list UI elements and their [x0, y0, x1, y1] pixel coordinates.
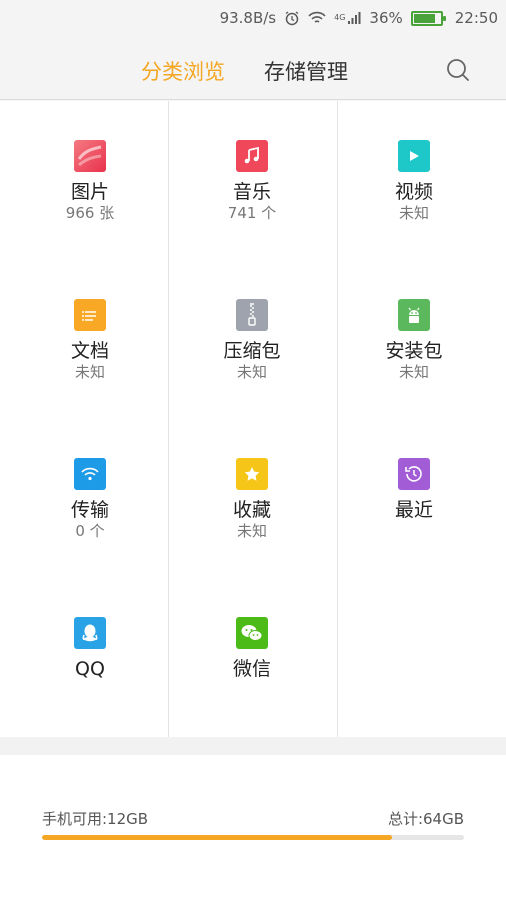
category-music[interactable]: 音乐 741 个: [168, 101, 336, 260]
image-icon: [74, 140, 106, 172]
category-grid: 图片 966 张 音乐 741 个 视频 未知 文档 未知 压缩包 未知 安装包: [0, 101, 506, 737]
tab-category-browse[interactable]: 分类浏览: [141, 56, 225, 86]
category-qq[interactable]: QQ: [6, 578, 174, 737]
battery-icon: [410, 10, 446, 26]
category-count: 966 张: [65, 204, 115, 222]
wechat-icon: [236, 617, 268, 649]
category-wechat[interactable]: 微信: [168, 578, 336, 737]
history-icon: [398, 458, 430, 490]
category-label: 压缩包: [223, 340, 281, 362]
signal-icon: 4G: [334, 11, 361, 25]
category-label: 音乐: [232, 181, 271, 203]
category-label: QQ: [75, 658, 105, 680]
category-apk[interactable]: 安装包 未知: [330, 260, 498, 419]
tab-storage-manage[interactable]: 存储管理: [264, 56, 348, 86]
category-count: 741 个: [227, 204, 277, 222]
network-type: 4G: [334, 13, 346, 22]
category-count: 未知: [236, 363, 267, 381]
category-favorites[interactable]: 收藏 未知: [168, 419, 336, 578]
music-icon: [236, 140, 268, 172]
status-bar: 93.8B/s 4G 36% 22:50: [0, 0, 506, 36]
category-label: 微信: [232, 658, 271, 680]
section-divider: [0, 737, 506, 755]
storage-progress-bar: [42, 835, 393, 840]
category-count: 未知: [398, 363, 429, 381]
category-label: 传输: [70, 499, 109, 521]
header: 分类浏览 存储管理: [0, 36, 506, 100]
category-count: 未知: [74, 363, 105, 381]
category-label: 图片: [70, 181, 109, 203]
category-video[interactable]: 视频 未知: [330, 101, 498, 260]
storage-summary[interactable]: 手机可用:12GB 总计:64GB: [0, 755, 506, 900]
category-recent[interactable]: 最近: [330, 419, 498, 578]
video-icon: [398, 140, 430, 172]
category-label: 收藏: [232, 499, 271, 521]
wifi-transfer-icon: [74, 458, 106, 490]
category-label: 文档: [70, 340, 109, 362]
document-icon: [74, 299, 106, 331]
storage-progress-track: [42, 835, 464, 840]
category-count: 0 个: [75, 522, 105, 540]
category-label: 安装包: [385, 340, 443, 362]
category-count: 未知: [236, 522, 267, 540]
android-apk-icon: [398, 299, 430, 331]
category-label: 最近: [394, 499, 433, 521]
category-label: 视频: [394, 181, 433, 203]
clock: 22:50: [454, 9, 498, 27]
star-icon: [236, 458, 268, 490]
alarm-icon: [284, 10, 300, 26]
category-count: 未知: [398, 204, 429, 222]
zip-icon: [236, 299, 268, 331]
category-archives[interactable]: 压缩包 未知: [168, 260, 336, 419]
network-speed: 93.8B/s: [219, 9, 277, 27]
storage-total: 总计:64GB: [387, 810, 464, 828]
qq-icon: [74, 617, 106, 649]
category-images[interactable]: 图片 966 张: [6, 101, 174, 260]
category-documents[interactable]: 文档 未知: [6, 260, 174, 419]
wifi-icon: [308, 11, 326, 25]
battery-percent: 36%: [369, 9, 403, 27]
category-transfer[interactable]: 传输 0 个: [6, 419, 174, 578]
storage-available: 手机可用:12GB: [42, 810, 149, 828]
search-icon[interactable]: [446, 58, 470, 82]
